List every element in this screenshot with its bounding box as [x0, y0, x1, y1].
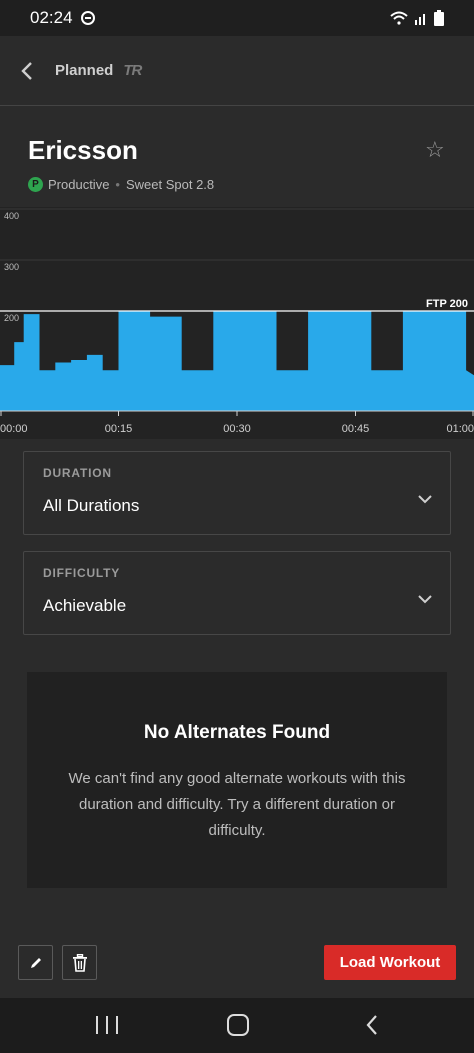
- workout-profile-chart: 400 300 200 FTP 200 00:00 00:15 00:30 00:45 01:0…: [0, 207, 474, 439]
- signal-icon: [415, 14, 425, 25]
- y-tick-label: 400: [4, 211, 19, 221]
- empty-state-title: No Alternates Found: [143, 722, 331, 743]
- workout-profile-area: [0, 311, 474, 411]
- x-tick-label: 00:30: [223, 423, 251, 435]
- pencil-icon: [30, 957, 41, 968]
- battery-icon: [434, 10, 444, 26]
- tr-logo: TR: [123, 62, 142, 79]
- difficulty-label: DIFFICULTY: [43, 566, 121, 580]
- status-time: 02:24: [30, 8, 73, 27]
- y-tick-label: 300: [4, 262, 19, 272]
- wifi-icon: [390, 11, 408, 25]
- workout-zone-level: Sweet Spot 2.8: [125, 177, 215, 192]
- y-tick-label: 200: [4, 313, 19, 323]
- ftp-label: FTP 200: [426, 298, 468, 310]
- x-tick-label: 00:45: [342, 423, 370, 435]
- chevron-left-icon[interactable]: [20, 59, 40, 83]
- app-header: Planned TR: [0, 36, 474, 106]
- difficulty-value: Achievable: [43, 596, 127, 615]
- load-workout-button[interactable]: Load Workout: [324, 945, 456, 980]
- trash-icon: [72, 953, 87, 972]
- do-not-disturb-icon: [80, 11, 95, 25]
- duration-select[interactable]: DURATION All Durations: [23, 451, 451, 535]
- x-tick-label: 01:00: [446, 423, 474, 435]
- x-tick-label: 00:00: [0, 423, 28, 435]
- productive-badge-icon: P: [28, 177, 43, 192]
- duration-label: DURATION: [43, 466, 112, 480]
- system-nav-bar: [0, 998, 474, 1053]
- x-tick-label: 00:15: [105, 423, 133, 435]
- workout-profile-svg: 400 300 200 FTP 200 00:00 00:15 00:30 00:45 01:0…: [0, 208, 474, 435]
- status-bar: 02:24: [0, 0, 474, 36]
- header-title: Planned: [55, 62, 114, 79]
- star-outline-icon[interactable]: ☆: [425, 137, 445, 163]
- meta-separator: •: [115, 177, 120, 192]
- duration-value: All Durations: [43, 496, 140, 515]
- workout-title-area: Ericsson ☆ P Productive • Sweet Spot 2.8: [0, 107, 474, 207]
- workout-meta: P Productive • Sweet Spot 2.8: [28, 177, 214, 192]
- edit-button[interactable]: [18, 945, 53, 980]
- empty-state-message: We can't find any good alternate workout…: [68, 770, 406, 839]
- workout-title: Ericsson: [28, 135, 138, 165]
- chevron-down-icon: [418, 595, 432, 604]
- home-icon[interactable]: [227, 1014, 249, 1036]
- chevron-down-icon: [418, 495, 432, 504]
- workout-category: Productive: [48, 177, 110, 192]
- back-icon[interactable]: [364, 1014, 380, 1036]
- recents-icon[interactable]: [96, 1016, 118, 1034]
- status-icons: [390, 10, 444, 26]
- difficulty-select[interactable]: DIFFICULTY Achievable: [23, 551, 451, 635]
- no-alternates-card: No Alternates Found We can't find any go…: [27, 672, 447, 888]
- delete-button[interactable]: [62, 945, 97, 980]
